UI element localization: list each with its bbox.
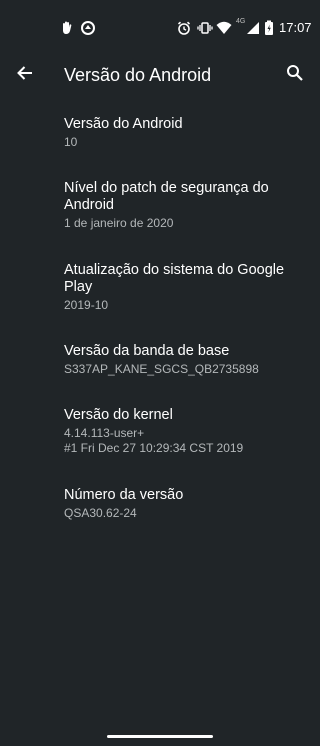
list-item-summary: 10 [64,135,78,149]
battery-icon [264,20,280,36]
app-bar: Versão do Android [0,48,320,102]
list-item-summary: QSA30.62-24 [64,506,137,520]
signal-icon [246,20,262,36]
list-item-security-patch[interactable]: Nível do patch de segurança do Android 1… [64,180,300,231]
alarm-icon [176,20,192,36]
list-item-android-version[interactable]: Versão do Android 10 [64,116,300,150]
wifi-icon [216,20,232,36]
search-button[interactable] [278,58,312,92]
list-item-summary: S337AP_KANE_SGCS_QB2735898 [64,362,259,376]
network-type-label: 4G [236,18,246,25]
arrow-back-icon [16,64,34,87]
status-bar: 4G 17:07 [0,0,320,48]
back-button[interactable] [8,58,42,92]
list-item-summary: 1 de janeiro de 2020 [64,216,174,230]
status-time: 17:07 [279,20,312,35]
hand-notification-icon [60,20,76,36]
list-item-title: Versão do kernel [64,407,173,423]
list-item-summary: 2019-10 [64,298,109,312]
list-item-title: Versão do Android [64,116,183,132]
list-item-baseband-version[interactable]: Versão da banda de base S337AP_KANE_SGCS… [64,343,300,377]
circle-notification-icon [80,20,96,36]
list-item-title: Atualização do sistema do Google Play [64,262,285,295]
list-item-summary: 4.14.113-user+ #1 Fri Dec 27 10:29:34 CS… [64,426,244,455]
search-icon [286,64,304,87]
android-version-screen: 4G 17:07 Versão do Android Versão do And… [0,0,320,746]
list-item-google-play-update[interactable]: Atualização do sistema do Google Play 20… [64,262,300,313]
list-item-kernel-version[interactable]: Versão do kernel 4.14.113-user+ #1 Fri D… [64,407,300,455]
list-item-build-number[interactable]: Número da versão QSA30.62-24 [64,487,300,521]
list-item-title: Número da versão [64,487,184,503]
page-title: Versão do Android [64,65,212,85]
list-item-title: Nível do patch de segurança do Android [64,180,269,213]
gesture-nav-handle[interactable] [107,735,213,738]
list-item-title: Versão da banda de base [64,343,230,359]
vibrate-icon [197,20,213,36]
